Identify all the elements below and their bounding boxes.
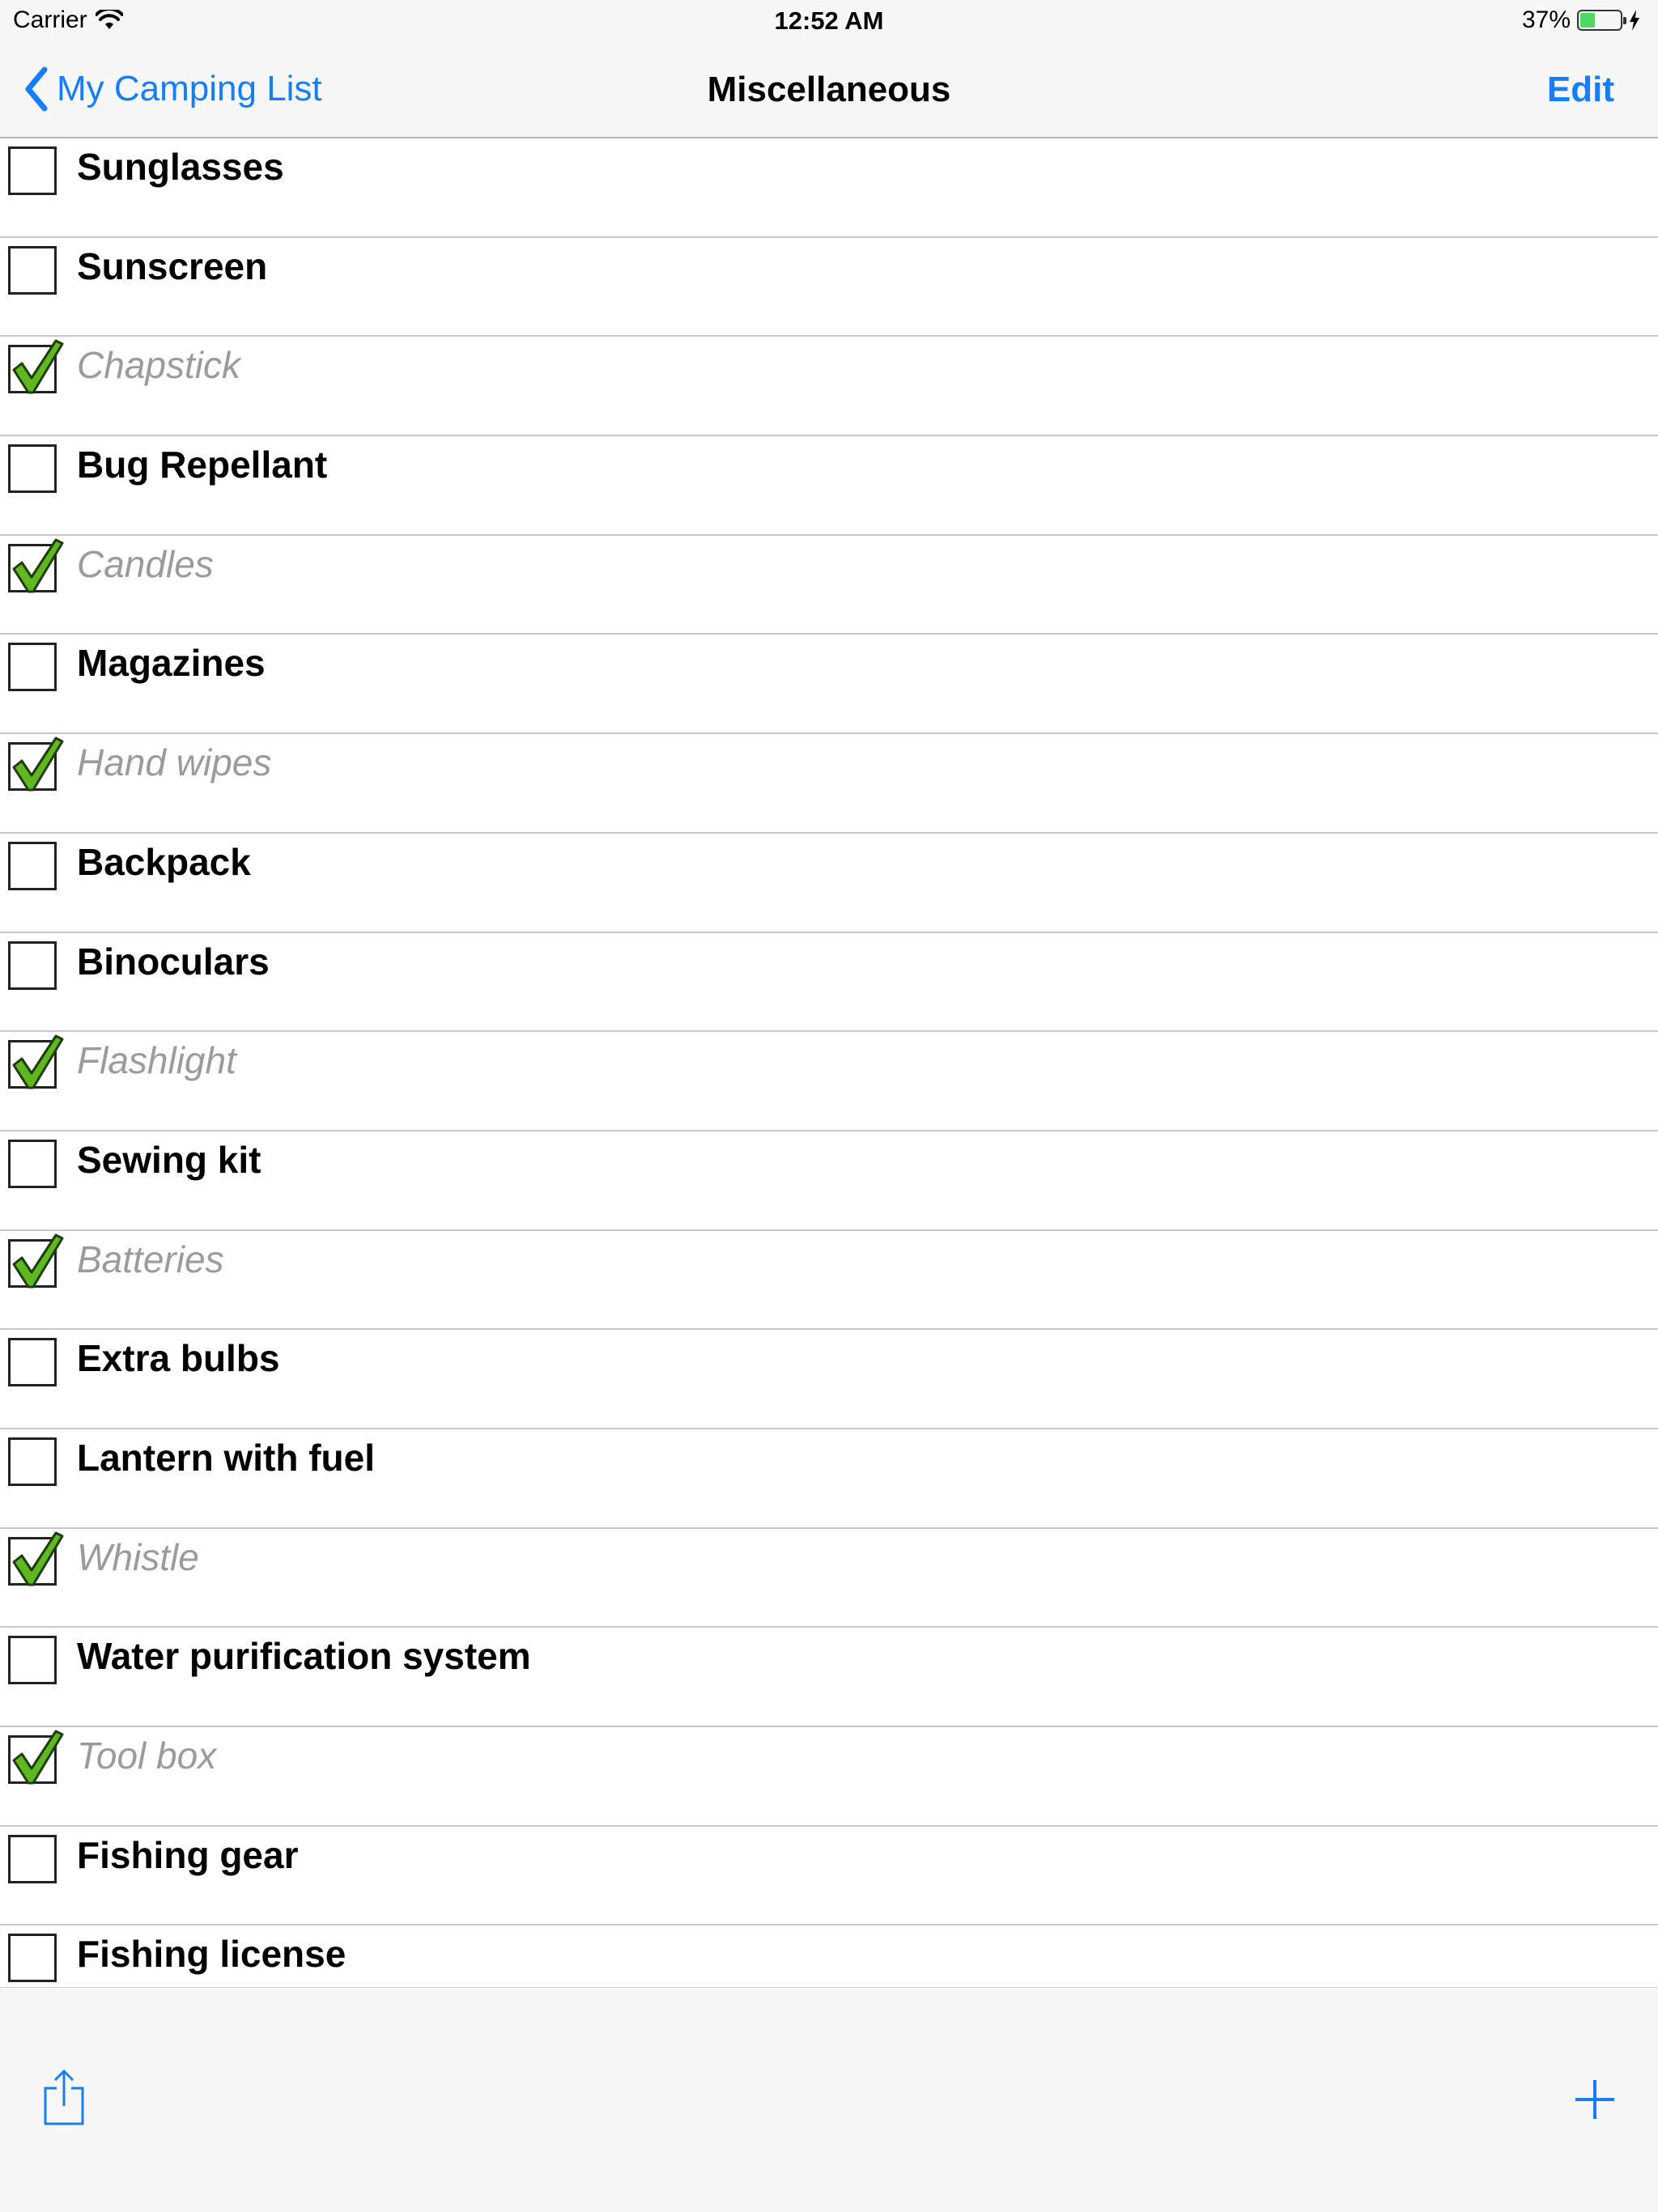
item-label: Magazines — [77, 642, 266, 685]
item-label: Tool box — [77, 1734, 217, 1777]
item-label: Sunglasses — [77, 146, 284, 188]
battery-percent: 37% — [1521, 6, 1571, 33]
checkbox-unchecked[interactable] — [8, 940, 57, 990]
checkbox-checked[interactable] — [8, 538, 64, 593]
list-item[interactable]: Sewing kit — [0, 1131, 1658, 1231]
checkmark-icon — [12, 1233, 64, 1289]
item-label: Backpack — [77, 840, 251, 883]
checkmark-icon — [12, 538, 64, 593]
item-label: Fishing gear — [77, 1833, 299, 1876]
plus-icon[interactable] — [1574, 2078, 1616, 2121]
list-item[interactable]: Sunglasses — [0, 138, 1658, 238]
page-title: Miscellaneous — [707, 70, 951, 109]
checkbox-checked[interactable] — [8, 339, 64, 394]
checkbox-unchecked[interactable] — [8, 245, 57, 295]
checkmark-icon — [12, 1730, 64, 1785]
status-battery-group: 37% — [1522, 6, 1640, 34]
item-label: Water purification system — [77, 1635, 531, 1678]
checkbox-unchecked[interactable] — [8, 643, 57, 692]
checkbox-unchecked[interactable] — [8, 444, 57, 494]
list-item[interactable]: Sunscreen — [0, 238, 1658, 338]
checkbox-unchecked[interactable] — [8, 1139, 57, 1188]
checkbox-checked[interactable] — [8, 1233, 64, 1289]
item-label: Batteries — [77, 1238, 224, 1280]
list-item[interactable]: Candles — [0, 536, 1658, 635]
list-item[interactable]: Whistle — [0, 1529, 1658, 1628]
list-item[interactable]: Lantern with fuel — [0, 1429, 1658, 1529]
navigation-bar: My Camping List Miscellaneous Edit — [0, 45, 1658, 138]
item-label: Extra bulbs — [77, 1337, 280, 1380]
battery-icon — [1577, 10, 1626, 31]
list-item[interactable]: Batteries — [0, 1231, 1658, 1331]
checkbox-unchecked[interactable] — [8, 1437, 57, 1486]
checkbox-unchecked[interactable] — [8, 146, 57, 195]
checkmark-icon — [12, 339, 64, 394]
checkbox-checked[interactable] — [8, 737, 64, 792]
item-label: Lantern with fuel — [77, 1436, 375, 1479]
list-item[interactable]: Bug Repellant — [0, 436, 1658, 536]
item-label: Bug Repellant — [77, 444, 328, 486]
checklist: Sunglasses Sunscreen Chapstick Bug Repellan… — [0, 138, 1658, 2026]
list-item[interactable]: Binoculars — [0, 933, 1658, 1033]
item-label: Whistle — [77, 1535, 199, 1578]
share-icon[interactable] — [40, 2069, 87, 2127]
checkbox-unchecked[interactable] — [8, 841, 57, 890]
item-label: Sunscreen — [77, 244, 268, 287]
list-item[interactable]: Hand wipes — [0, 734, 1658, 834]
list-item[interactable]: Magazines — [0, 635, 1658, 735]
checkmark-icon — [12, 1531, 64, 1586]
status-time: 12:52 AM — [774, 6, 884, 35]
bottom-toolbar — [0, 1987, 1658, 2212]
checkbox-unchecked[interactable] — [8, 1934, 57, 1983]
checkmark-icon — [12, 737, 64, 792]
battery-fill — [1580, 13, 1595, 28]
item-label: Binoculars — [77, 940, 270, 983]
checkbox-checked[interactable] — [8, 1034, 64, 1089]
item-label: Hand wipes — [77, 741, 272, 784]
checkmark-icon — [12, 1034, 64, 1089]
item-label: Fishing license — [77, 1933, 346, 1976]
item-label: Flashlight — [77, 1039, 236, 1082]
list-item[interactable]: Fishing gear — [0, 1827, 1658, 1926]
list-item[interactable]: Water purification system — [0, 1628, 1658, 1727]
list-item[interactable]: Chapstick — [0, 337, 1658, 437]
checkbox-checked[interactable] — [8, 1730, 64, 1785]
list-item[interactable]: Extra bulbs — [0, 1330, 1658, 1429]
list-item[interactable]: Tool box — [0, 1727, 1658, 1827]
item-label: Candles — [77, 542, 214, 585]
checkbox-checked[interactable] — [8, 1531, 64, 1586]
list-item[interactable]: Backpack — [0, 834, 1658, 933]
item-label: Chapstick — [77, 344, 240, 387]
checkbox-unchecked[interactable] — [8, 1338, 57, 1387]
bolt-icon — [1630, 10, 1639, 31]
status-bar: Carrier 12:52 AM 37% — [0, 0, 1658, 45]
checkbox-unchecked[interactable] — [8, 1834, 57, 1883]
edit-button[interactable]: Edit — [1547, 70, 1614, 110]
list-item[interactable]: Flashlight — [0, 1032, 1658, 1131]
item-label: Sewing kit — [77, 1138, 261, 1181]
checkbox-unchecked[interactable] — [8, 1636, 57, 1685]
